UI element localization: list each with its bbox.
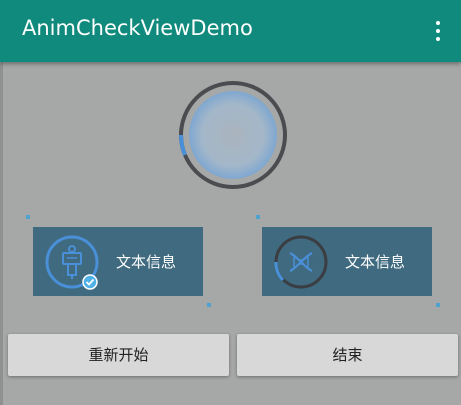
card-item-checked[interactable]: 文本信息	[33, 227, 203, 296]
selection-corner	[207, 303, 211, 307]
app-bar: AnimCheckViewDemo	[0, 0, 461, 62]
card-label: 文本信息	[116, 253, 177, 271]
selection-corner	[26, 215, 30, 219]
person-sign-icon	[45, 235, 99, 290]
card-label: 文本信息	[345, 253, 406, 271]
selection-corner	[436, 303, 440, 307]
finish-button[interactable]: 结束	[237, 334, 458, 376]
anim-check-view[interactable]	[173, 80, 293, 190]
card-item-unchecked[interactable]: 文本信息	[262, 227, 432, 296]
check-view-progress-arc	[179, 134, 187, 156]
restart-button[interactable]: 重新开始	[8, 334, 229, 376]
selection-corner	[256, 215, 260, 219]
dna-icon	[274, 235, 328, 289]
check-view-fill	[189, 91, 277, 179]
more-vert-icon[interactable]	[428, 18, 448, 44]
app-title: AnimCheckViewDemo	[22, 16, 253, 40]
